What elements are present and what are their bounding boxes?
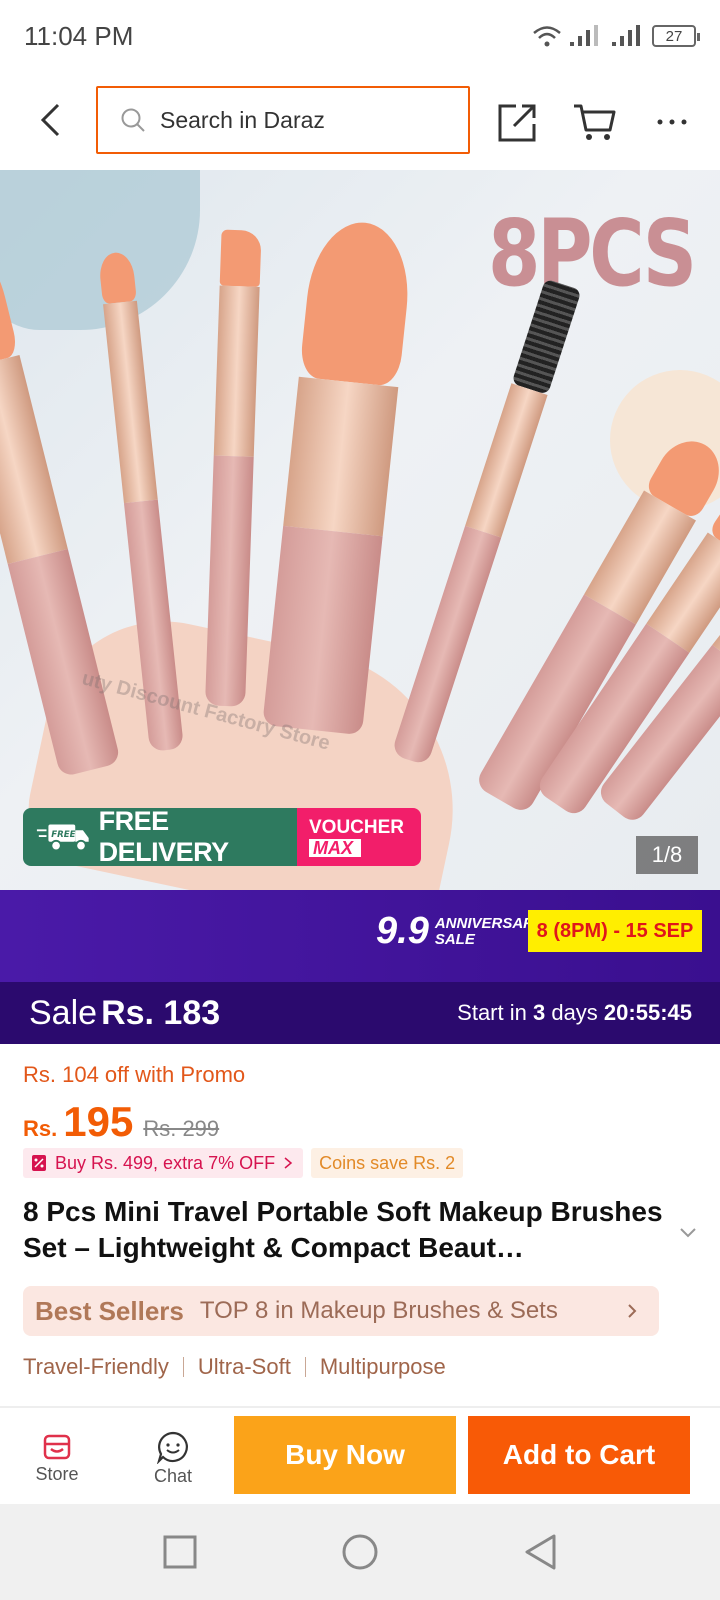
search-icon <box>121 108 145 132</box>
product-image-carousel[interactable]: 8PCS uty Discount Factory Store <box>0 170 720 890</box>
share-icon <box>498 104 536 142</box>
chat-button[interactable]: Chat <box>138 1430 208 1502</box>
bottom-action-bar: Store Chat Buy Now Add to Cart <box>0 1408 720 1504</box>
store-icon <box>43 1434 71 1460</box>
more-icon <box>657 119 687 125</box>
top-nav: Search in Daraz <box>0 80 720 162</box>
promo-badge: FREE FREE DELIVERY VOUCHER MAX <box>23 808 421 866</box>
sale-price-group: Sale Rs. 183 <box>29 994 220 1033</box>
battery-indicator: 27 <box>652 25 700 47</box>
best-sellers-rank: TOP 8 in Makeup Brushes & Sets <box>199 1297 558 1324</box>
original-price: Rs. 299 <box>143 1116 220 1141</box>
system-navigation-bar <box>0 1504 720 1600</box>
chat-label: Chat <box>153 1466 193 1486</box>
countdown-days: 3 <box>532 1000 546 1025</box>
sale-countdown: Start in 3 days 20:55:45 <box>457 1000 692 1026</box>
voucher-max-badge: VOUCHER MAX <box>297 808 421 866</box>
free-small-text: FREE <box>51 830 75 840</box>
countdown-days-suffix: days <box>545 1000 604 1025</box>
price-value: 195 <box>63 1098 134 1145</box>
wifi-icon <box>533 26 561 47</box>
campaign-logo: 9.9 ANNIVERSARY SALE <box>376 910 544 953</box>
store-label: Store <box>35 1464 79 1484</box>
best-sellers-banner[interactable]: Best Sellers TOP 8 in Makeup Brushes & S… <box>23 1286 659 1336</box>
chevron-right-icon <box>284 1157 293 1169</box>
tag-divider <box>304 1357 306 1377</box>
triangle-back-icon <box>525 1534 556 1570</box>
countdown-prefix: Start in <box>457 1000 533 1025</box>
feature-tag: Ultra-Soft <box>197 1354 291 1379</box>
back-button[interactable] <box>30 98 70 142</box>
max-label: MAX <box>309 838 361 857</box>
signal-icon-2 <box>612 25 640 46</box>
flash-sale-bar: Sale Rs. 183 Start in 3 days 20:55:45 <box>0 982 720 1044</box>
cart-icon <box>574 104 616 140</box>
circle-icon <box>342 1534 378 1570</box>
product-title: 8 Pcs Mini Travel Portable Soft Makeup B… <box>23 1196 663 1263</box>
price-currency: Rs. <box>23 1116 58 1141</box>
back-nav-button[interactable] <box>518 1530 562 1574</box>
tag-divider <box>182 1357 184 1377</box>
bundle-offer-chip[interactable]: Buy Rs. 499, extra 7% OFF <box>23 1148 304 1178</box>
buy-now-button[interactable]: Buy Now <box>234 1416 456 1494</box>
status-time: 11:04 PM <box>24 20 134 51</box>
cart-button[interactable] <box>572 100 618 144</box>
sale-label: Sale <box>29 993 98 1032</box>
campaign-banner[interactable]: 9.9 ANNIVERSARY SALE 8 (8PM) - 15 SEP <box>0 890 720 982</box>
square-icon <box>163 1535 197 1569</box>
discount-tag-icon <box>32 1155 46 1171</box>
chevron-right-icon <box>628 1304 637 1318</box>
free-delivery-label: FREE DELIVERY <box>98 808 230 866</box>
image-overlay-text: 8PCS <box>488 200 697 307</box>
best-sellers-label: Best Sellers <box>35 1295 184 1326</box>
more-options-button[interactable] <box>652 100 692 144</box>
bundle-offer-text: Buy Rs. 499, extra 7% OFF <box>55 1152 276 1173</box>
expand-title-chevron-icon[interactable] <box>676 1220 700 1244</box>
brush-illustration <box>205 229 262 707</box>
chevron-left-icon <box>40 103 60 137</box>
offer-chips: Buy Rs. 499, extra 7% OFF Coins save Rs.… <box>23 1148 464 1178</box>
coins-chip[interactable]: Coins save Rs. 2 <box>311 1148 464 1178</box>
sale-price: Rs. 183 <box>101 993 221 1032</box>
delivery-truck-icon: FREE <box>36 824 89 852</box>
share-button[interactable] <box>496 100 540 144</box>
countdown-time: 20:55:45 <box>603 1000 692 1025</box>
search-placeholder: Search in Daraz <box>160 106 325 133</box>
campaign-dates: 8 (8PM) - 15 SEP <box>528 910 702 952</box>
image-background-shape <box>0 170 200 330</box>
home-button[interactable] <box>338 1530 382 1574</box>
price-row: Rs. 195 Rs. 299 <box>23 1098 219 1146</box>
status-bar: 11:04 PM 27 <box>0 0 720 72</box>
feature-tags: Travel-Friendly Ultra-Soft Multipurpose <box>23 1354 446 1380</box>
brush-illustration <box>262 217 416 736</box>
recent-apps-button[interactable] <box>158 1530 202 1574</box>
status-icons: 27 <box>532 24 700 48</box>
campaign-logo-number: 9.9 <box>376 910 429 952</box>
promo-discount-text: Rs. 104 off with Promo <box>23 1062 246 1087</box>
feature-tag: Travel-Friendly <box>23 1354 169 1379</box>
chat-icon <box>156 1431 188 1464</box>
free-delivery-badge: FREE FREE DELIVERY <box>23 808 297 866</box>
search-input[interactable]: Search in Daraz <box>96 86 470 154</box>
campaign-logo-line2: SALE <box>434 930 475 948</box>
add-to-cart-button[interactable]: Add to Cart <box>468 1416 690 1494</box>
voucher-label: VOUCHER <box>309 816 405 838</box>
feature-tag: Multipurpose <box>319 1354 446 1379</box>
store-button[interactable]: Store <box>22 1430 92 1502</box>
signal-icon <box>570 25 598 46</box>
image-counter: 1/8 <box>636 836 698 874</box>
